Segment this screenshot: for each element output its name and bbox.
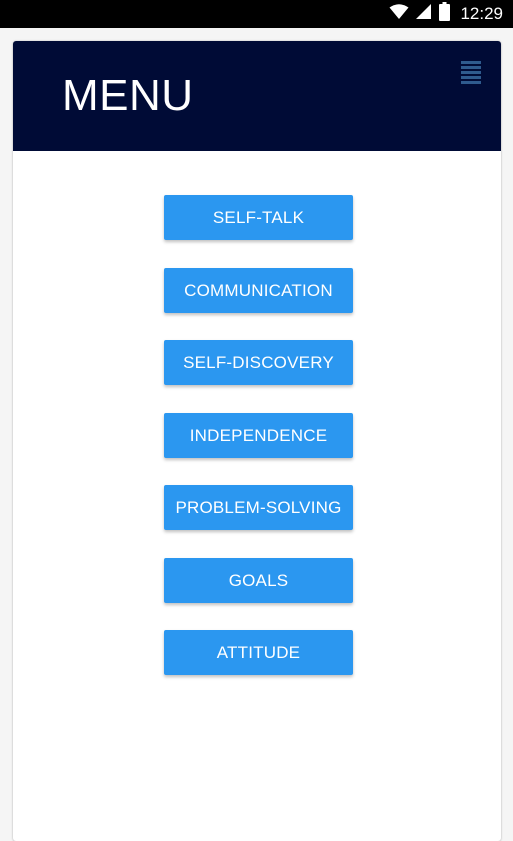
self-discovery-button[interactable]: SELF-DISCOVERY: [164, 340, 353, 385]
goals-button[interactable]: GOALS: [164, 558, 353, 603]
status-time: 12:29: [460, 4, 503, 23]
wifi-icon: [389, 3, 409, 25]
communication-button[interactable]: COMMUNICATION: [164, 268, 353, 313]
hamburger-menu-icon[interactable]: [461, 61, 481, 87]
independence-button[interactable]: INDEPENDENCE: [164, 413, 353, 458]
menu-card: MENU SELF-TALK COMMUNICATION SELF-DISCOV…: [13, 41, 501, 841]
status-bar: 12:29: [0, 0, 513, 28]
attitude-button[interactable]: ATTITUDE: [164, 630, 353, 675]
app-header: MENU: [13, 41, 501, 151]
cell-signal-icon: [416, 3, 432, 25]
problem-solving-button[interactable]: PROBLEM-SOLVING: [164, 485, 353, 530]
status-icons: 12:29: [389, 0, 503, 28]
page-title: MENU: [62, 71, 194, 120]
battery-icon: [439, 2, 451, 26]
self-talk-button[interactable]: SELF-TALK: [164, 195, 353, 240]
